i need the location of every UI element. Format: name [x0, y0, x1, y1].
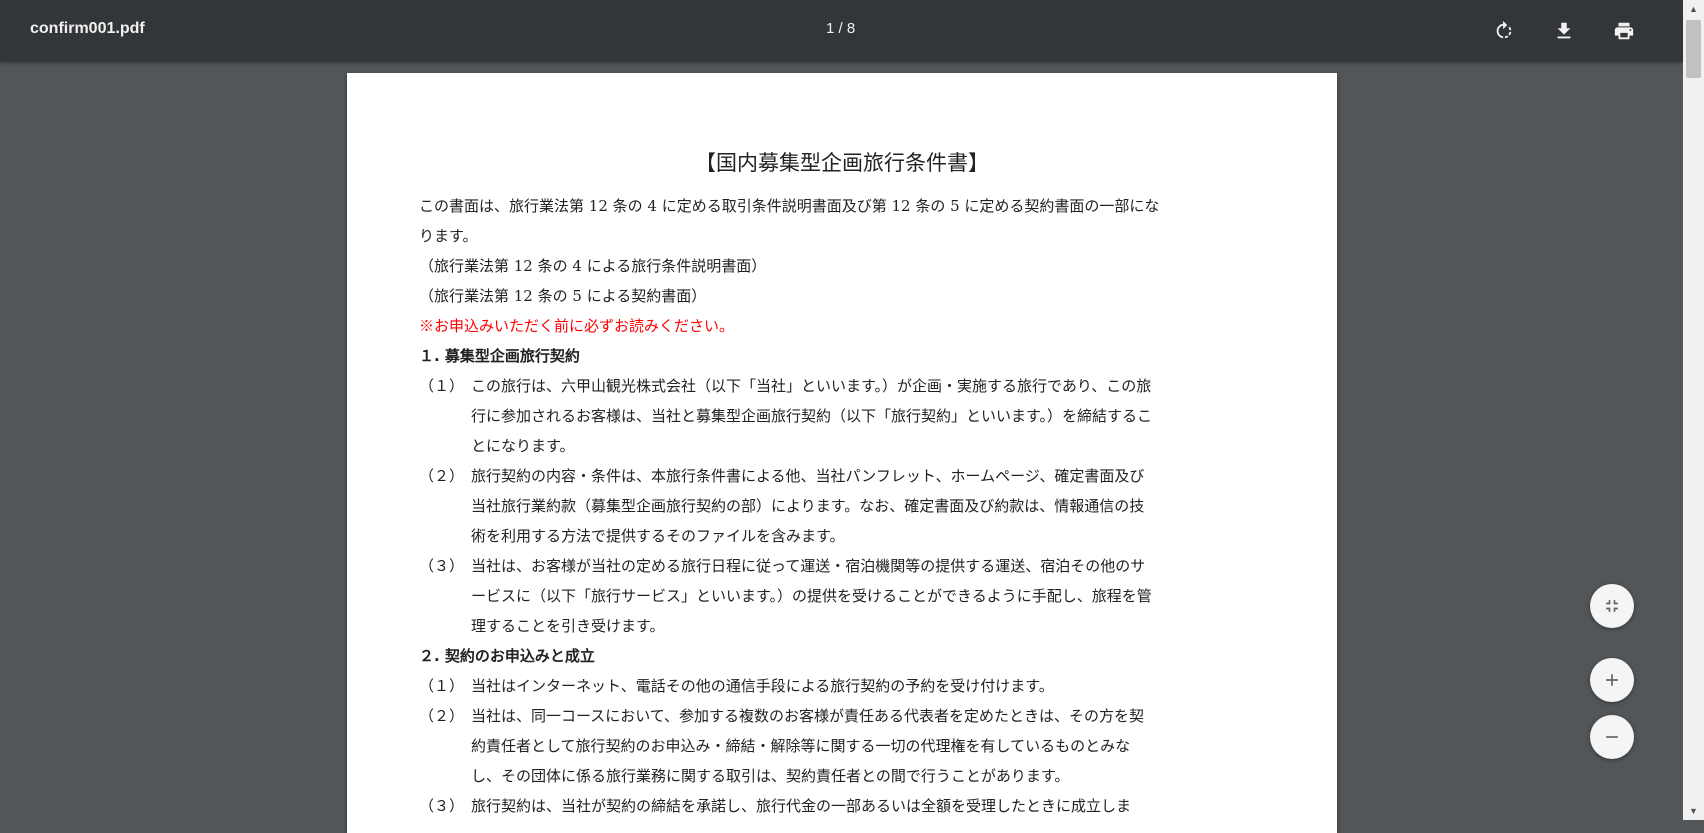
list-item: （３） 当社は、お客様が当社の定める旅行日程に従って運送・宿泊機関等の提供する運… — [419, 551, 1269, 641]
section-heading: １. 募集型企画旅行契約 — [419, 347, 580, 365]
list-item: （２） 旅行契約の内容・条件は、本旅行条件書による他、当社パンフレット、ホームペ… — [419, 461, 1269, 551]
rotate-button[interactable] — [1488, 15, 1520, 47]
item-line: とになります。 — [471, 437, 575, 455]
zoom-in-icon — [1606, 674, 1618, 686]
item-number: （２） — [419, 467, 465, 485]
notice-text: ※お申込みいただく前に必ずお読みください。 — [419, 317, 735, 335]
zoom-out-button[interactable] — [1590, 715, 1634, 759]
item-line: 理することを引き受けます。 — [471, 617, 665, 635]
fit-to-page-button[interactable] — [1590, 584, 1634, 628]
intro-line: （旅行業法第 12 条の 4 による旅行条件説明書面） — [419, 257, 767, 275]
list-item: （１） この旅行は、六甲山観光株式会社（以下「当社」といいます。）が企画・実施す… — [419, 371, 1269, 461]
item-line: 当社はインターネット、電話その他の通信手段による旅行契約の予約を受け付けます。 — [471, 677, 1054, 695]
print-button[interactable] — [1608, 15, 1640, 47]
item-number: （３） — [419, 557, 465, 575]
intro-line: （旅行業法第 12 条の 5 による契約書面） — [419, 287, 707, 305]
item-line: 旅行契約の内容・条件は、本旅行条件書による他、当社パンフレット、ホームページ、確… — [471, 467, 1145, 485]
download-icon — [1557, 22, 1571, 39]
item-line: ービスに（以下「旅行サービス」といいます。）の提供を受けることができるように手配… — [471, 587, 1152, 605]
pdf-page: 【国内募集型企画旅行条件書】 この書面は、旅行業法第 12 条の 4 に定める取… — [347, 73, 1337, 833]
intro-line: この書面は、旅行業法第 12 条の 4 に定める取引条件説明書面及び第 12 条… — [419, 197, 1160, 215]
zoom-out-icon — [1606, 736, 1618, 738]
item-line: 当社旅行業約款（募集型企画旅行契約の部）によります。なお、確定書面及び約款は、情… — [471, 497, 1145, 515]
scroll-thumb[interactable] — [1686, 20, 1701, 78]
list-item: （３） 旅行契約は、当社が契約の締結を承諾し、旅行代金の一部あるいは全額を受理し… — [419, 791, 1269, 821]
item-number: （２） — [419, 707, 465, 725]
item-line: 当社は、同一コースにおいて、参加する複数のお客様が責任ある代表者を定めたときは、… — [471, 707, 1145, 725]
rotate-icon — [1496, 20, 1512, 39]
document-body: この書面は、旅行業法第 12 条の 4 に定める取引条件説明書面及び第 12 条… — [419, 191, 1269, 821]
list-item: （１） 当社はインターネット、電話その他の通信手段による旅行契約の予約を受け付け… — [419, 671, 1269, 701]
vertical-scrollbar[interactable]: ▲ ▼ — [1683, 0, 1704, 820]
item-line: 当社は、お客様が当社の定める旅行日程に従って運送・宿泊機関等の提供する運送、宿泊… — [471, 557, 1146, 575]
print-icon — [1614, 22, 1634, 40]
zoom-in-button[interactable] — [1590, 658, 1634, 702]
fit-to-page-icon — [1606, 600, 1618, 612]
pdf-toolbar: confirm001.pdf 1 / 8 — [0, 0, 1683, 62]
item-line: 行に参加されるお客様は、当社と募集型企画旅行契約（以下「旅行契約」といいます。）… — [471, 407, 1153, 425]
intro-line: ります。 — [419, 227, 478, 245]
item-line: この旅行は、六甲山観光株式会社（以下「当社」といいます。）が企画・実施する旅行で… — [471, 377, 1152, 395]
item-number: （１） — [419, 377, 465, 395]
document-title: 【国内募集型企画旅行条件書】 — [695, 151, 989, 175]
list-item: （２） 当社は、同一コースにおいて、参加する複数のお客様が責任ある代表者を定めた… — [419, 701, 1269, 791]
scroll-down-arrow-icon[interactable]: ▼ — [1683, 802, 1704, 820]
scroll-up-arrow-icon[interactable]: ▲ — [1683, 0, 1704, 18]
item-line: 術を利用する方法で提供するそのファイルを含みます。 — [471, 527, 845, 545]
item-line: 旅行契約は、当社が契約の締結を承諾し、旅行代金の一部あるいは全額を受理したときに… — [471, 797, 1132, 815]
item-number: （３） — [419, 797, 465, 815]
download-button[interactable] — [1548, 15, 1580, 47]
item-line: し、その団体に係る旅行業務に関する取引は、契約責任者との間で行うことがあります。 — [471, 767, 1070, 785]
item-number: （１） — [419, 677, 465, 695]
item-line: 約責任者として旅行契約のお申込み・締結・解除等に関する一切の代理権を有しているも… — [471, 737, 1131, 755]
section-heading: ２. 契約のお申込みと成立 — [419, 647, 595, 665]
file-name: confirm001.pdf — [30, 20, 145, 37]
page-indicator: 1 / 8 — [826, 20, 856, 37]
